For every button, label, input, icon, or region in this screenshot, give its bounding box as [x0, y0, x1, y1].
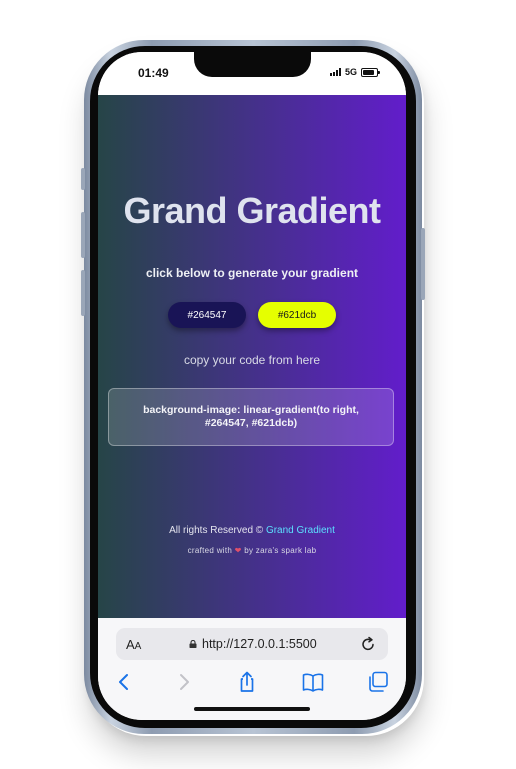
- volume-down-button: [81, 270, 85, 316]
- forward-icon[interactable]: [172, 670, 196, 694]
- url-text[interactable]: http://127.0.0.1:5500: [202, 637, 317, 651]
- page-subtitle: click below to generate your gradient: [145, 266, 359, 280]
- phone-screen: 01:49 5G Grand Gradient click below to g…: [98, 52, 406, 720]
- gradient-background: Grand Gradient click below to generate y…: [98, 95, 406, 618]
- color1-button[interactable]: #264547: [168, 302, 246, 328]
- notch: [194, 52, 311, 77]
- footer-link[interactable]: Grand Gradient: [266, 525, 335, 536]
- bookmarks-icon[interactable]: [301, 670, 325, 694]
- back-icon[interactable]: [112, 670, 136, 694]
- code-text[interactable]: background-image: linear-gradient(to rig…: [127, 404, 375, 430]
- browser-toolbar: AA http://127.0.0.1:5500: [98, 618, 406, 720]
- crafted-suffix: by zara's spark lab: [244, 546, 317, 555]
- crafted-prefix: crafted with: [187, 546, 233, 555]
- status-time: 01:49: [138, 66, 169, 80]
- share-icon[interactable]: [235, 670, 259, 694]
- code-box[interactable]: background-image: linear-gradient(to rig…: [108, 388, 394, 446]
- network-label: 5G: [344, 67, 357, 77]
- footer: All rights Reserved © Grand Gradient: [98, 525, 406, 536]
- battery-icon: [361, 67, 380, 77]
- volume-up-button: [81, 212, 85, 258]
- home-indicator: [194, 707, 310, 711]
- reload-icon[interactable]: [360, 636, 376, 652]
- footer-text: All rights Reserved ©: [169, 525, 264, 536]
- mute-switch: [81, 168, 85, 190]
- heart-icon: ❤: [234, 546, 242, 555]
- page-title: Grand Gradient: [123, 190, 381, 231]
- status-icons: 5G: [329, 67, 380, 77]
- tabs-icon[interactable]: [366, 670, 390, 694]
- crafted-line: crafted with ❤ by zara's spark lab: [98, 546, 406, 555]
- status-bar: 01:49 5G: [98, 52, 406, 95]
- address-bar[interactable]: AA http://127.0.0.1:5500: [116, 628, 388, 660]
- aa-big: A: [126, 637, 135, 652]
- lock-icon: [189, 640, 197, 648]
- color2-button[interactable]: #621dcb: [258, 302, 336, 328]
- reader-settings-button[interactable]: AA: [126, 637, 141, 652]
- power-button: [421, 228, 425, 300]
- copy-label: copy your code from here: [183, 353, 321, 367]
- aa-small: A: [134, 641, 142, 652]
- signal-icon: [329, 68, 341, 76]
- browser-nav-row: [98, 670, 406, 696]
